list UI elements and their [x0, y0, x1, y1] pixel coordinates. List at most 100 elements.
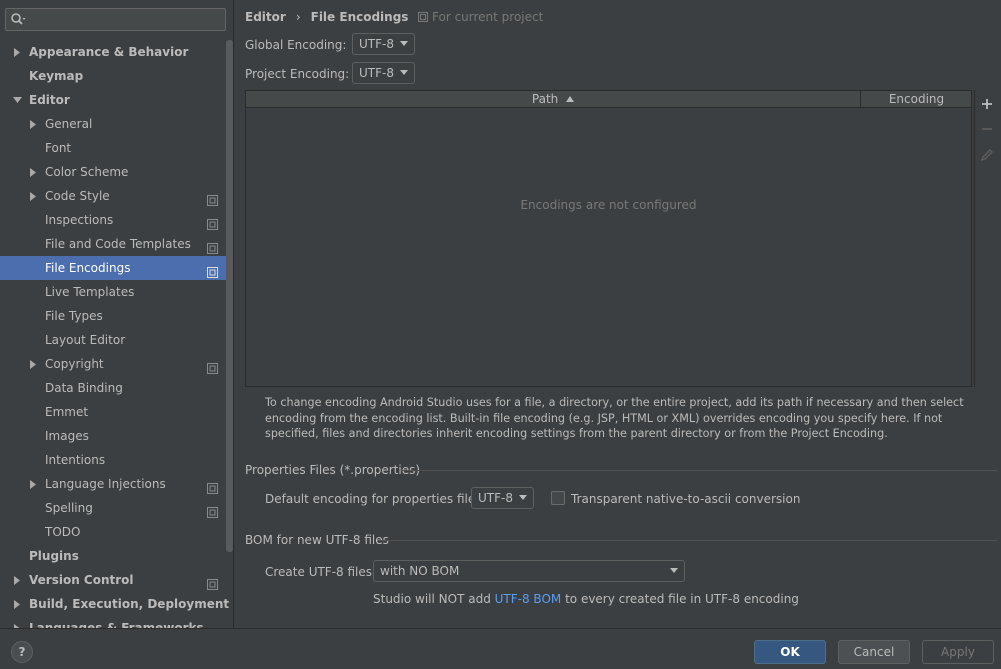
sidebar-item-inspections[interactable]: Inspections	[0, 208, 233, 232]
properties-encoding-value: UTF-8	[478, 491, 513, 505]
search-icon[interactable]	[10, 12, 26, 28]
global-encoding-label: Global Encoding:	[245, 38, 347, 52]
help-button[interactable]: ?	[11, 641, 33, 663]
sidebar-item-label: Keymap	[29, 69, 84, 83]
project-encoding-select[interactable]: UTF-8	[352, 62, 415, 84]
sidebar-item-label: File Encodings	[45, 261, 131, 275]
sidebar-item-code-style[interactable]: Code Style	[0, 184, 233, 208]
sidebar-item-plugins[interactable]: Plugins	[0, 544, 233, 568]
create-utf8-value: with NO BOM	[380, 564, 460, 578]
scope-indicator: For current project	[418, 9, 543, 25]
project-scope-icon	[207, 262, 218, 278]
sidebar-item-emmet[interactable]: Emmet	[0, 400, 233, 424]
sidebar-item-version-control[interactable]: Version Control	[0, 568, 233, 592]
sidebar-item-label: Appearance & Behavior	[29, 45, 189, 59]
sidebar-item-file-types[interactable]: File Types	[0, 304, 233, 328]
sidebar-item-build-execution-deployment[interactable]: Build, Execution, Deployment	[0, 592, 233, 616]
properties-default-label: Default encoding for properties files:	[265, 492, 486, 506]
bom-section-divider	[378, 540, 997, 541]
search-box[interactable]	[5, 8, 226, 31]
apply-button[interactable]: Apply	[922, 640, 994, 664]
pencil-icon	[980, 149, 993, 162]
global-encoding-select[interactable]: UTF-8	[352, 33, 415, 55]
ok-button[interactable]: OK	[754, 640, 826, 664]
sidebar-item-copyright[interactable]: Copyright	[0, 352, 233, 376]
sidebar-item-images[interactable]: Images	[0, 424, 233, 448]
sidebar-item-appearance-behavior[interactable]: Appearance & Behavior	[0, 40, 233, 64]
sidebar-item-layout-editor[interactable]: Layout Editor	[0, 328, 233, 352]
chevron-right-icon[interactable]	[11, 592, 23, 616]
sidebar-item-label: Copyright	[45, 357, 104, 371]
encodings-table[interactable]: Path Encoding Encodings are not configur…	[245, 90, 972, 387]
sidebar-item-keymap[interactable]: Keymap	[0, 64, 233, 88]
sidebar-item-file-encodings[interactable]: File Encodings	[0, 256, 233, 280]
sidebar-item-label: General	[45, 117, 93, 131]
encoding-help-text: To change encoding Android Studio uses f…	[265, 396, 964, 440]
cancel-button[interactable]: Cancel	[838, 640, 910, 664]
sidebar-item-language-injections[interactable]: Language Injections	[0, 472, 233, 496]
chevron-down-icon	[400, 70, 408, 75]
page-title: File Encodings	[310, 10, 409, 24]
sidebar-item-spelling[interactable]: Spelling	[0, 496, 233, 520]
utf8-bom-link[interactable]: UTF-8 BOM	[495, 592, 562, 606]
properties-encoding-select[interactable]: UTF-8	[471, 487, 534, 509]
main-panel: Editor › File Encodings For current projec…	[235, 0, 1001, 628]
settings-sidebar: Appearance & Behavior Keymap Editor General…	[0, 0, 234, 628]
bom-note: Studio will NOT add UTF-8 BOM to every c…	[373, 592, 799, 606]
global-encoding-value: UTF-8	[359, 37, 394, 51]
add-button[interactable]	[979, 96, 995, 112]
column-header-encoding[interactable]: Encoding	[862, 91, 971, 108]
chevron-right-icon[interactable]	[11, 568, 23, 592]
chevron-right-icon[interactable]	[27, 160, 39, 184]
settings-tree: Appearance & Behavior Keymap Editor General…	[0, 40, 233, 628]
search-input[interactable]	[30, 10, 220, 29]
sidebar-item-label: Live Templates	[45, 285, 135, 299]
sidebar-item-label: Images	[45, 429, 89, 443]
project-scope-icon	[418, 12, 428, 22]
chevron-right-icon[interactable]	[27, 472, 39, 496]
remove-button[interactable]	[979, 121, 995, 137]
chevron-right-icon[interactable]	[11, 616, 23, 628]
breadcrumb-parent: Editor	[245, 10, 286, 24]
chevron-right-icon[interactable]	[27, 184, 39, 208]
project-scope-icon	[207, 502, 218, 518]
chevron-right-icon[interactable]	[27, 352, 39, 376]
sidebar-item-label: Emmet	[45, 405, 89, 419]
sidebar-item-intentions[interactable]: Intentions	[0, 448, 233, 472]
sidebar-item-file-and-code-templates[interactable]: File and Code Templates	[0, 232, 233, 256]
chevron-right-icon[interactable]	[11, 40, 23, 64]
sidebar-item-editor[interactable]: Editor	[0, 88, 233, 112]
sidebar-item-data-binding[interactable]: Data Binding	[0, 376, 233, 400]
properties-section-title: Properties Files (*.properties)	[245, 463, 421, 477]
transparent-conversion-label[interactable]: Transparent native-to-ascii conversion	[571, 492, 800, 506]
sidebar-item-color-scheme[interactable]: Color Scheme	[0, 160, 233, 184]
sidebar-item-label: File and Code Templates	[45, 237, 191, 251]
minus-icon	[982, 128, 992, 130]
chevron-right-icon[interactable]	[27, 112, 39, 136]
empty-table-message: Encodings are not configured	[520, 198, 697, 212]
create-utf8-label: Create UTF-8 files:	[265, 565, 377, 579]
project-scope-icon	[207, 214, 218, 230]
sidebar-item-label: Plugins	[29, 549, 79, 563]
scope-label: For current project	[432, 10, 544, 24]
sidebar-scrollbar[interactable]	[226, 40, 233, 552]
sidebar-item-live-templates[interactable]: Live Templates	[0, 280, 233, 304]
sidebar-item-label: Version Control	[29, 573, 134, 587]
chevron-down-icon	[400, 41, 408, 46]
sidebar-item-label: TODO	[45, 525, 81, 539]
edit-button[interactable]	[979, 147, 995, 163]
sidebar-item-languages-frameworks[interactable]: Languages & Frameworks	[0, 616, 233, 628]
sidebar-item-todo[interactable]: TODO	[0, 520, 233, 544]
chevron-down-icon[interactable]	[11, 88, 23, 112]
chevron-down-icon	[670, 568, 678, 573]
sidebar-item-label: Layout Editor	[45, 333, 126, 347]
create-utf8-select[interactable]: with NO BOM	[373, 560, 685, 582]
table-toolbar	[974, 90, 998, 387]
column-header-path[interactable]: Path	[246, 91, 861, 108]
table-header: Path Encoding	[246, 91, 971, 108]
project-encoding-label: Project Encoding:	[245, 67, 350, 81]
transparent-conversion-checkbox[interactable]	[551, 491, 565, 505]
dialog-footer: ? OK Cancel Apply	[0, 628, 1001, 669]
sidebar-item-font[interactable]: Font	[0, 136, 233, 160]
sidebar-item-general[interactable]: General	[0, 112, 233, 136]
